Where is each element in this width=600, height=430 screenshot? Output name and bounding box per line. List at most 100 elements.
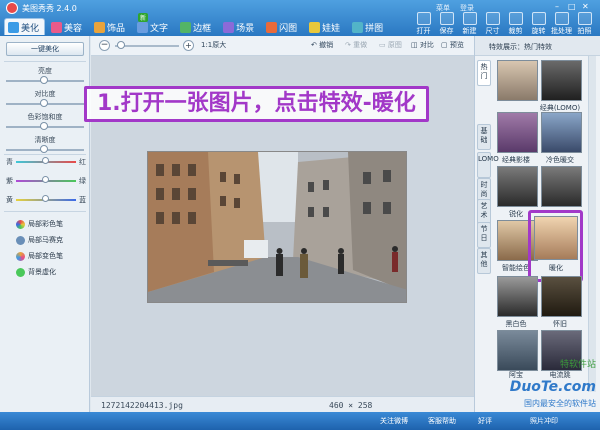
effect-thumb-cold[interactable] bbox=[541, 112, 582, 153]
contrast-slider[interactable] bbox=[6, 99, 84, 108]
compare-button[interactable]: ◫ 对比 bbox=[411, 40, 434, 50]
effect-thumb-bw[interactable] bbox=[497, 276, 538, 317]
color-brush-icon bbox=[16, 219, 25, 229]
compare-icon: ◫ bbox=[411, 41, 418, 49]
slider-knob[interactable] bbox=[40, 99, 48, 107]
batch-button[interactable]: 批处理 bbox=[550, 12, 573, 36]
one-key-beautify-button[interactable]: 一键美化 bbox=[6, 42, 84, 56]
main-tabs: 美化 美容 饰品 文字 边框 场景 闪图 娃娃 拼图 bbox=[4, 18, 389, 36]
tab-border[interactable]: 边框 bbox=[176, 18, 217, 35]
tab-label: 场景 bbox=[236, 23, 255, 34]
tab-doll[interactable]: 娃娃 bbox=[305, 18, 346, 35]
recolor-icon bbox=[16, 251, 25, 261]
tab-accessory[interactable]: 饰品 bbox=[90, 18, 131, 35]
zoom-slider-knob[interactable] bbox=[117, 41, 125, 49]
effect-thumb-sharpen[interactable] bbox=[497, 166, 538, 207]
street-scene-image bbox=[148, 152, 406, 302]
camera-button[interactable]: 拍照 bbox=[573, 12, 596, 36]
brightness-label: 亮度 bbox=[38, 67, 52, 75]
slider-knob[interactable] bbox=[40, 145, 48, 153]
effect-thumb-sharpen-b[interactable] bbox=[541, 166, 582, 207]
effect-thumb-classic-lomo[interactable] bbox=[541, 60, 582, 101]
file-name: 1272142204413.jpg bbox=[101, 401, 183, 410]
resize-icon bbox=[485, 12, 500, 25]
redo-button[interactable]: ↷ 重做 bbox=[345, 40, 367, 50]
app-logo-icon bbox=[6, 2, 18, 14]
mosaic-icon bbox=[16, 235, 25, 245]
zoom-out-button[interactable]: − bbox=[99, 40, 110, 51]
actual-size-button[interactable]: 1:1原大 bbox=[201, 40, 226, 50]
effect-thumb-studio[interactable] bbox=[497, 112, 538, 153]
undo-icon: ↶ bbox=[311, 41, 317, 49]
tab-label: 拼图 bbox=[365, 23, 384, 34]
undo-button[interactable]: ↶ 撤销 bbox=[311, 40, 333, 50]
save-icon bbox=[439, 12, 454, 25]
rotate-button[interactable]: 旋转 bbox=[527, 12, 550, 36]
slider-knob[interactable] bbox=[40, 76, 48, 84]
new-badge: 新 bbox=[138, 13, 149, 22]
effects-header: 特效展示：热门特效 bbox=[475, 36, 600, 56]
brush-label: 局部彩色笔 bbox=[28, 220, 63, 228]
vtab-hot[interactable]: 热门 bbox=[477, 60, 491, 86]
slider-knob[interactable] bbox=[42, 176, 49, 183]
scene-icon bbox=[223, 21, 235, 33]
effect-thumb-nostalgic[interactable] bbox=[541, 276, 582, 317]
watermark-brand: DuoTe.com bbox=[509, 379, 596, 395]
save-button[interactable]: 保存 bbox=[435, 12, 458, 36]
brightness-slider[interactable] bbox=[6, 76, 84, 85]
flash-icon bbox=[266, 21, 278, 33]
image-dimensions: 460 × 258 bbox=[329, 401, 373, 410]
zoom-in-button[interactable]: + bbox=[183, 40, 194, 51]
cyan-red-slider[interactable]: 青 红 bbox=[6, 157, 86, 166]
slider-knob[interactable] bbox=[40, 122, 48, 130]
background-blur-brush[interactable]: 背景虚化 bbox=[16, 267, 56, 277]
selected-effect-highlight bbox=[528, 210, 583, 282]
restore-original-button[interactable]: ▭ 原图 bbox=[379, 40, 402, 50]
open-button[interactable]: 打开 bbox=[412, 12, 435, 36]
local-recolor-brush[interactable]: 局部变色笔 bbox=[16, 251, 63, 261]
app-title: 美图秀秀 2.4.0 bbox=[22, 4, 77, 13]
yellow-label: 黄 bbox=[6, 196, 13, 204]
photo-print-link[interactable]: 照片冲印 bbox=[530, 416, 558, 426]
blur-icon bbox=[16, 267, 25, 277]
brush-label: 背景虚化 bbox=[28, 268, 56, 276]
accessory-icon bbox=[94, 21, 106, 33]
preview-button[interactable]: ▢ 预览 bbox=[441, 40, 464, 50]
local-mosaic-brush[interactable]: 局部马赛克 bbox=[16, 235, 63, 245]
cyan-label: 青 bbox=[6, 158, 13, 166]
like-link[interactable]: 好评 bbox=[478, 416, 492, 426]
tab-beautify[interactable]: 美化 bbox=[4, 18, 46, 35]
sharpness-label: 清晰度 bbox=[34, 136, 56, 144]
folder-icon bbox=[416, 12, 431, 25]
sharpness-slider[interactable] bbox=[6, 145, 84, 154]
tab-flash[interactable]: 闪图 bbox=[262, 18, 303, 35]
tab-beauty[interactable]: 美容 bbox=[47, 18, 88, 35]
effects-scrollbar[interactable] bbox=[588, 56, 596, 392]
preview-label: 预览 bbox=[449, 41, 464, 49]
main-toolbar: 打开 保存 新建 尺寸 裁剪 旋转 批处理 拍照 bbox=[412, 12, 596, 36]
tab-scene[interactable]: 场景 bbox=[219, 18, 260, 35]
slider-knob[interactable] bbox=[42, 157, 49, 164]
beautify-icon bbox=[8, 21, 19, 33]
follow-weibo-link[interactable]: 关注微博 bbox=[380, 416, 408, 426]
vtab-holiday[interactable]: 节日 bbox=[477, 222, 491, 248]
text-icon bbox=[137, 21, 149, 33]
yellow-blue-slider[interactable]: 黄 蓝 bbox=[6, 195, 86, 204]
tab-puzzle[interactable]: 拼图 bbox=[348, 18, 389, 35]
saturation-slider[interactable] bbox=[6, 122, 84, 131]
saturation-label: 色彩饱和度 bbox=[27, 113, 63, 121]
new-label: 新建 bbox=[462, 27, 477, 35]
slider-knob[interactable] bbox=[42, 195, 49, 202]
purple-green-slider[interactable]: 紫 绿 bbox=[6, 176, 86, 185]
new-button[interactable]: 新建 bbox=[458, 12, 481, 36]
crop-label: 裁剪 bbox=[508, 27, 523, 35]
tab-label: 闪图 bbox=[279, 23, 298, 34]
effect-thumb-classic-lomo-a[interactable] bbox=[497, 60, 538, 101]
brush-label: 局部马赛克 bbox=[28, 236, 63, 244]
crop-button[interactable]: 裁剪 bbox=[504, 12, 527, 36]
size-button[interactable]: 尺寸 bbox=[481, 12, 504, 36]
local-color-brush[interactable]: 局部彩色笔 bbox=[16, 219, 63, 229]
effect-label: 怀旧 bbox=[553, 320, 567, 328]
help-link[interactable]: 客服帮助 bbox=[428, 416, 456, 426]
vtab-basic[interactable]: 基础 bbox=[477, 124, 491, 150]
